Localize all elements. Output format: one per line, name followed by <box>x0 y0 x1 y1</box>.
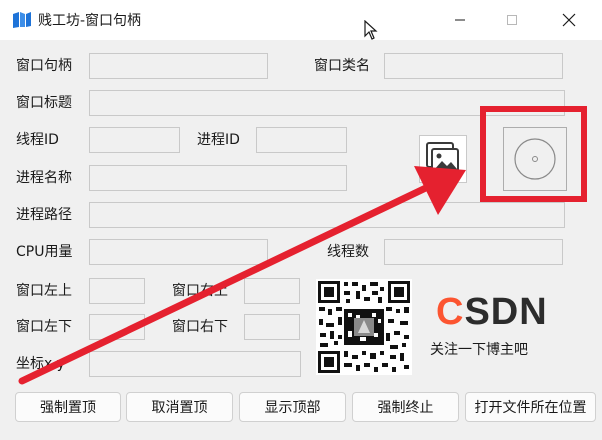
csdn-logo-rest: SDN <box>464 291 548 333</box>
process-name-field[interactable] <box>89 165 347 191</box>
process-id-label: 进程ID <box>197 132 240 148</box>
bottom-left-label: 窗口左下 <box>16 319 72 335</box>
minimize-button[interactable] <box>436 0 484 40</box>
cancel-top-button[interactable]: 取消置顶 <box>126 392 233 422</box>
picture-icon <box>426 142 459 174</box>
window-class-field[interactable] <box>384 53 563 79</box>
coords-field[interactable] <box>89 351 301 377</box>
title-bar[interactable]: 贱工坊-窗口句柄 <box>0 0 602 40</box>
open-file-location-button[interactable]: 打开文件所在位置 <box>465 392 596 422</box>
top-left-field[interactable] <box>89 278 145 304</box>
process-id-field[interactable] <box>256 127 347 153</box>
process-path-label: 进程路径 <box>16 207 72 223</box>
qr-code <box>316 279 412 375</box>
annotation-highlight-box <box>480 106 587 202</box>
close-icon <box>562 13 576 27</box>
mouse-cursor-icon <box>364 20 378 40</box>
follow-blogger-text: 关注一下博主吧 <box>430 342 528 358</box>
window-handle-label: 窗口句柄 <box>16 58 72 74</box>
window-class-label: 窗口类名 <box>314 58 370 74</box>
bottom-right-label: 窗口右下 <box>172 319 228 335</box>
window-title-label: 窗口标题 <box>16 95 72 111</box>
minimize-icon <box>455 19 465 21</box>
capture-image-button[interactable] <box>419 135 467 183</box>
bottom-left-field[interactable] <box>89 314 145 340</box>
thread-id-field[interactable] <box>89 127 180 153</box>
show-top-button[interactable]: 显示顶部 <box>239 392 346 422</box>
thread-count-label: 线程数 <box>327 244 369 260</box>
maximize-button[interactable] <box>488 0 536 40</box>
force-terminate-button[interactable]: 强制终止 <box>352 392 459 422</box>
window-handle-field[interactable] <box>89 53 268 79</box>
close-button[interactable] <box>545 0 593 40</box>
thread-count-field[interactable] <box>384 239 563 265</box>
csdn-logo-c: C <box>436 291 465 333</box>
maximize-icon <box>507 15 517 25</box>
window-title: 贱工坊-窗口句柄 <box>38 13 142 29</box>
cpu-usage-field[interactable] <box>89 239 268 265</box>
coords-label: 坐标x,y <box>16 356 66 372</box>
csdn-logo: CSDN <box>436 290 548 334</box>
main-window: 贱工坊-窗口句柄 窗口句柄 窗口类名 窗口标题 线程ID 进程ID 进程名称 进… <box>0 0 602 440</box>
thread-id-label: 线程ID <box>16 132 59 148</box>
cpu-usage-label: CPU用量 <box>16 244 73 260</box>
bottom-right-field[interactable] <box>244 314 300 340</box>
force-top-button[interactable]: 强制置顶 <box>15 392 121 422</box>
app-logo-icon <box>13 12 31 28</box>
process-name-label: 进程名称 <box>16 170 72 186</box>
process-path-field[interactable] <box>89 202 565 228</box>
top-right-label: 窗口右上 <box>172 283 228 299</box>
top-left-label: 窗口左上 <box>16 283 72 299</box>
top-right-field[interactable] <box>244 278 300 304</box>
